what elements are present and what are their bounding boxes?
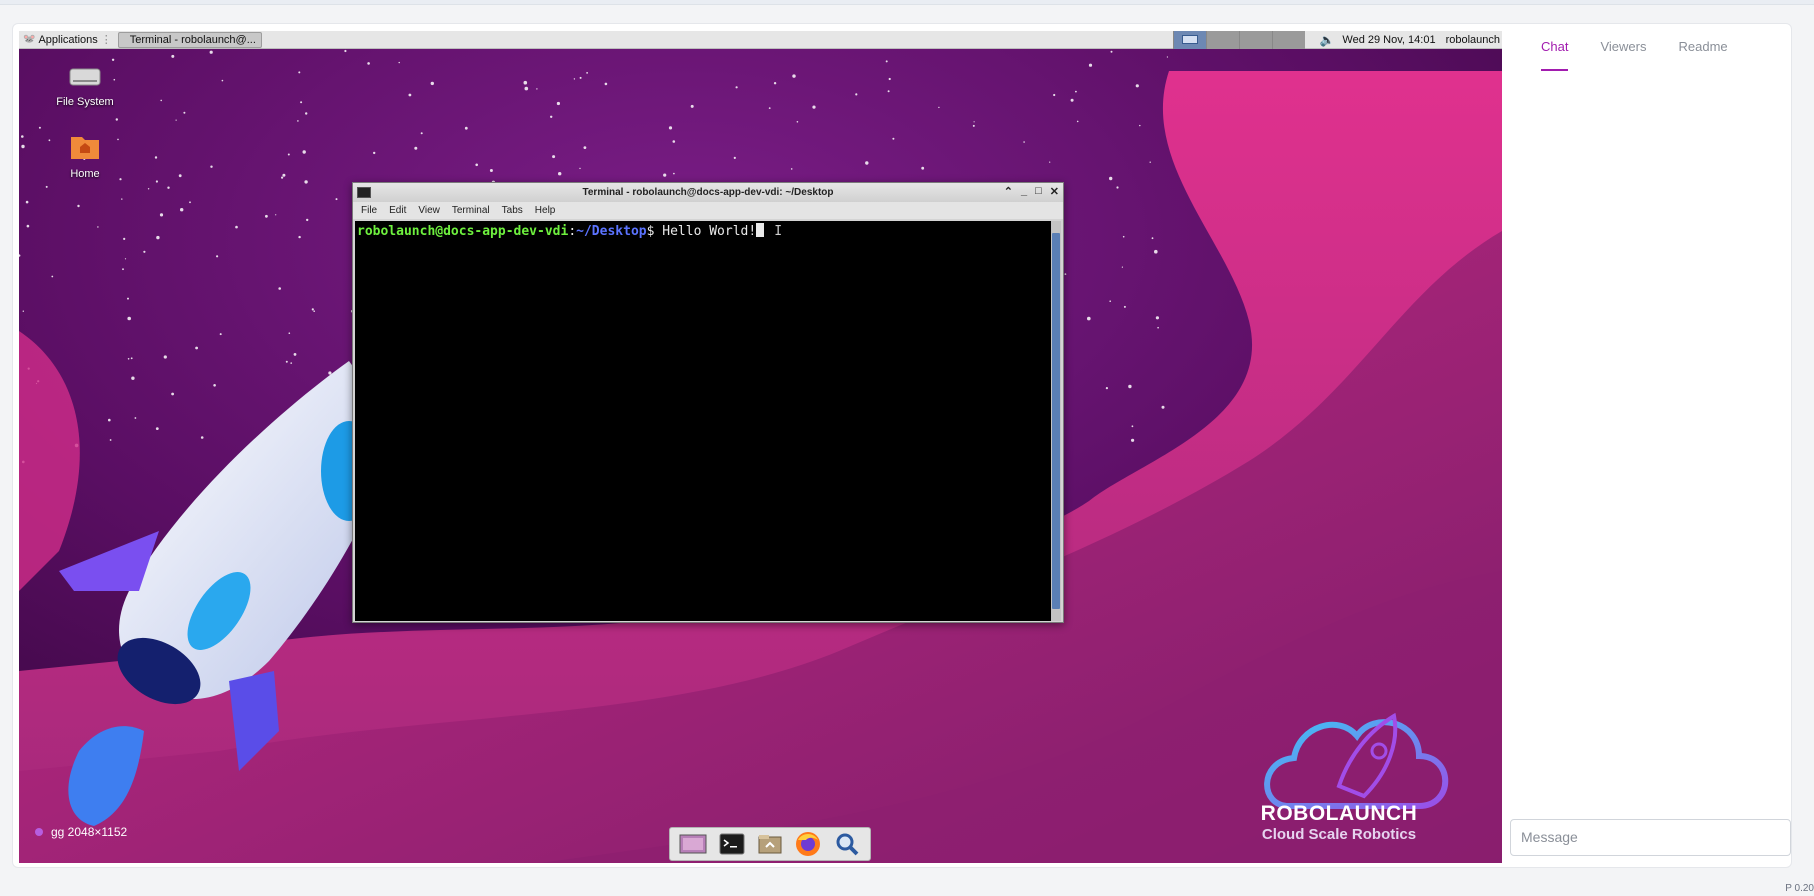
search-icon[interactable] <box>832 829 862 859</box>
taskbar-item-label: Terminal - robolaunch@... <box>129 33 256 46</box>
desktop-icon-home[interactable]: Home <box>50 131 120 180</box>
menu-view[interactable]: View <box>418 205 440 216</box>
prompt-separator: : <box>568 224 577 239</box>
message-input[interactable]: Message <box>1510 819 1791 856</box>
terminal-menubar: File Edit View Terminal Tabs Help <box>353 202 1063 219</box>
top-panel: 🐭 Applications ⋮ Terminal - robolaunch@.… <box>19 31 1502 49</box>
terminal-title: Terminal - robolaunch@docs-app-dev-vdi: … <box>582 187 834 198</box>
firefox-icon[interactable] <box>793 829 823 859</box>
clock[interactable]: Wed 29 Nov, 14:01 <box>1342 34 1435 46</box>
workspace-switcher[interactable] <box>1173 31 1306 49</box>
ibeam-cursor-icon: I <box>774 224 783 239</box>
terminal-screen[interactable]: robolaunch@docs-app-dev-vdi:~/Desktop$ H… <box>355 221 1051 621</box>
brand-tagline: Cloud Scale Robotics <box>1261 826 1417 843</box>
applications-label: Applications <box>38 33 98 46</box>
resolution-label: gg 2048×1152 <box>51 825 128 839</box>
text-cursor <box>756 223 765 237</box>
workspace-3[interactable] <box>1239 31 1273 49</box>
menu-terminal[interactable]: Terminal <box>452 205 490 216</box>
mouse-logo-icon: 🐭 <box>23 34 36 45</box>
file-manager-icon[interactable] <box>755 829 785 859</box>
drive-icon <box>50 61 120 92</box>
top-strip <box>0 0 1814 5</box>
remote-desktop[interactable]: 🐭 Applications ⋮ Terminal - robolaunch@.… <box>19 31 1502 863</box>
terminal-window[interactable]: Terminal - robolaunch@docs-app-dev-vdi: … <box>352 182 1064 623</box>
terminal-titlebar[interactable]: Terminal - robolaunch@docs-app-dev-vdi: … <box>353 183 1063 202</box>
workspace-switcher-icon[interactable] <box>678 829 708 859</box>
status-dot <box>35 828 43 836</box>
resolution-indicator: gg 2048×1152 <box>35 825 127 839</box>
workspace-4[interactable] <box>1272 31 1306 49</box>
bottom-dock <box>669 827 871 861</box>
typed-command: Hello World! <box>662 224 757 239</box>
menu-edit[interactable]: Edit <box>389 205 406 216</box>
menu-help[interactable]: Help <box>535 205 556 216</box>
user-menu[interactable]: robolaunch <box>1446 34 1500 46</box>
workspace-2[interactable] <box>1206 31 1240 49</box>
taskbar-item-terminal[interactable]: Terminal - robolaunch@... <box>117 31 262 48</box>
sidebar-tabs: Chat Viewers Readme <box>1510 31 1790 71</box>
applications-menu[interactable]: 🐭 Applications ⋮ <box>19 31 116 49</box>
volume-icon[interactable]: 🔈 <box>1319 33 1334 47</box>
desktop-icon-label: Home <box>70 168 100 180</box>
close-button[interactable]: ✕ <box>1050 185 1059 198</box>
shade-button[interactable]: ⌃ <box>1004 185 1013 198</box>
robolaunch-brand: ROBOLAUNCH Cloud Scale Robotics <box>1249 686 1429 843</box>
menu-tabs[interactable]: Tabs <box>502 205 523 216</box>
desktop-icon-label: File System <box>56 96 114 108</box>
prompt-user: robolaunch@docs-app-dev-vdi <box>357 224 569 239</box>
desktop-icon-file-system[interactable]: File System <box>50 61 120 108</box>
scrollbar-thumb[interactable] <box>1052 233 1060 609</box>
prompt-symbol: $ <box>646 224 663 239</box>
home-folder-icon <box>50 131 120 164</box>
brand-name: ROBOLAUNCH <box>1260 802 1418 825</box>
terminal-scrollbar[interactable] <box>1051 221 1061 621</box>
prompt-path: ~/Desktop <box>576 224 647 239</box>
version-label: P 0.20 <box>1785 883 1814 894</box>
menu-file[interactable]: File <box>361 205 377 216</box>
sidebar: Chat Viewers Readme Message <box>1510 31 1791 866</box>
tab-viewers[interactable]: Viewers <box>1600 39 1646 71</box>
minimize-button[interactable]: _ <box>1021 185 1027 198</box>
terminal-icon[interactable] <box>717 829 747 859</box>
tab-readme[interactable]: Readme <box>1678 39 1727 71</box>
tab-chat[interactable]: Chat <box>1541 39 1569 71</box>
workspace-1[interactable] <box>1173 31 1207 49</box>
maximize-button[interactable]: □ <box>1035 185 1042 198</box>
